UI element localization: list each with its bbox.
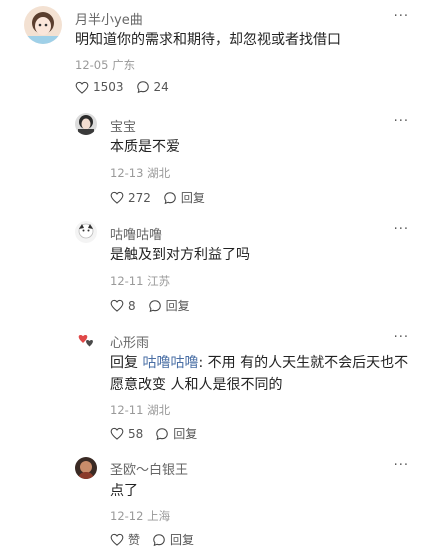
comment-bubble-icon [136, 81, 149, 94]
heart-icon [110, 427, 124, 440]
comment-actions: 赞 回复 [110, 531, 194, 548]
reply-label: 回复 [165, 299, 190, 313]
comment-meta: 12-13 湖北 [110, 165, 170, 181]
comment-date: 12-13 [110, 166, 144, 180]
more-options-icon[interactable]: ··· [394, 114, 409, 129]
reply-item: 咕噜咕噜 ··· 是触及到对方利益了吗 12-11 江苏 8 回复 [0, 213, 431, 321]
reply-prefix: 回复 [110, 355, 138, 371]
more-options-icon[interactable]: ··· [394, 458, 409, 473]
username[interactable]: 心形雨 [110, 332, 149, 351]
heart-icon [110, 191, 124, 204]
heart-icon [110, 299, 124, 312]
comment-meta: 12-05 广东 [75, 57, 135, 73]
comment-meta: 12-11 江苏 [110, 273, 170, 289]
like-count: 8 [128, 298, 136, 313]
reply-button[interactable]: 回复 [155, 425, 197, 442]
avatar[interactable] [75, 221, 97, 243]
reply-button[interactable]: 24 [136, 80, 169, 94]
comment-item: 月半小ye曲 ··· 明知道你的需求和期待，却忽视或者找借口 12-05 广东 … [0, 0, 431, 105]
comment-meta: 12-12 上海 [110, 508, 170, 524]
heart-icon [75, 81, 89, 94]
comment-text-line2: 愿意改变 人和人是很不同的 [110, 377, 283, 393]
comment-location: 江苏 [147, 274, 171, 288]
comment-bubble-icon [148, 299, 161, 312]
comment-date: 12-11 [110, 403, 144, 417]
avatar[interactable] [75, 457, 97, 479]
comment-actions: 8 回复 [110, 297, 190, 314]
comment-text: 明知道你的需求和期待，却忽视或者找借口 [75, 32, 341, 48]
avatar[interactable] [75, 329, 97, 351]
mention-link[interactable]: 咕噜咕噜 [142, 355, 198, 371]
comment-date: 12-11 [110, 274, 144, 288]
more-options-icon[interactable]: ··· [394, 222, 409, 237]
comment-actions: 58 回复 [110, 425, 197, 442]
more-options-icon[interactable]: ··· [394, 9, 409, 24]
like-count: 58 [128, 426, 144, 441]
comment-text: 点了 [110, 483, 138, 499]
comment-bubble-icon [156, 427, 169, 440]
reply-item: 圣欧～白银王 ··· 点了 12-12 上海 赞 回复 [0, 451, 431, 551]
like-button[interactable]: 赞 [110, 531, 140, 548]
reply-item: 心形雨 ··· 回复 咕噜咕噜: 不用 有的人天生就不会后天也不 愿意改变 人和… [0, 321, 431, 451]
comment-date: 12-05 [75, 58, 109, 72]
username[interactable]: 圣欧～白银王 [110, 459, 188, 478]
reply-label: 回复 [173, 427, 198, 441]
like-count: 1503 [93, 80, 124, 94]
comment-location: 湖北 [147, 166, 171, 180]
comment-location: 上海 [147, 509, 171, 523]
like-button[interactable]: 1503 [75, 80, 124, 94]
avatar[interactable] [24, 6, 62, 44]
reply-button[interactable]: 回复 [152, 531, 194, 548]
more-options-icon[interactable]: ··· [394, 330, 409, 345]
like-label: 赞 [128, 533, 141, 547]
heart-icon [110, 533, 124, 546]
like-button[interactable]: 8 [110, 299, 136, 313]
reply-item: 宝宝 ··· 本质是不爱 12-13 湖北 272 回复 [0, 105, 431, 213]
username[interactable]: 月半小ye曲 [75, 9, 143, 28]
comment-bubble-icon [153, 533, 165, 546]
comment-text: 回复 咕噜咕噜: 不用 有的人天生就不会后天也不 愿意改变 人和人是很不同的 [110, 352, 410, 396]
avatar[interactable] [75, 113, 97, 135]
comment-actions: 1503 24 [75, 80, 169, 94]
like-button[interactable]: 58 [110, 427, 143, 441]
like-button[interactable]: 272 [110, 191, 151, 205]
comment-text: 本质是不爱 [110, 139, 180, 155]
comment-location: 广东 [112, 58, 136, 72]
comment-date: 12-12 [110, 509, 144, 523]
comment-actions: 272 回复 [110, 189, 205, 206]
reply-count: 24 [153, 80, 169, 94]
username[interactable]: 宝宝 [110, 116, 136, 135]
comment-bubble-icon [164, 191, 176, 204]
reply-label: 回复 [170, 533, 195, 547]
like-count: 272 [128, 190, 151, 205]
comment-text: 是触及到对方利益了吗 [110, 247, 250, 263]
reply-button[interactable]: 回复 [163, 189, 205, 206]
comment-text-line1: : 不用 有的人天生就不会后天也不 [198, 355, 409, 371]
comment-meta: 12-11 湖北 [110, 402, 170, 418]
reply-label: 回复 [180, 191, 205, 205]
comment-location: 湖北 [147, 403, 171, 417]
username[interactable]: 咕噜咕噜 [110, 224, 162, 243]
reply-button[interactable]: 回复 [148, 297, 190, 314]
